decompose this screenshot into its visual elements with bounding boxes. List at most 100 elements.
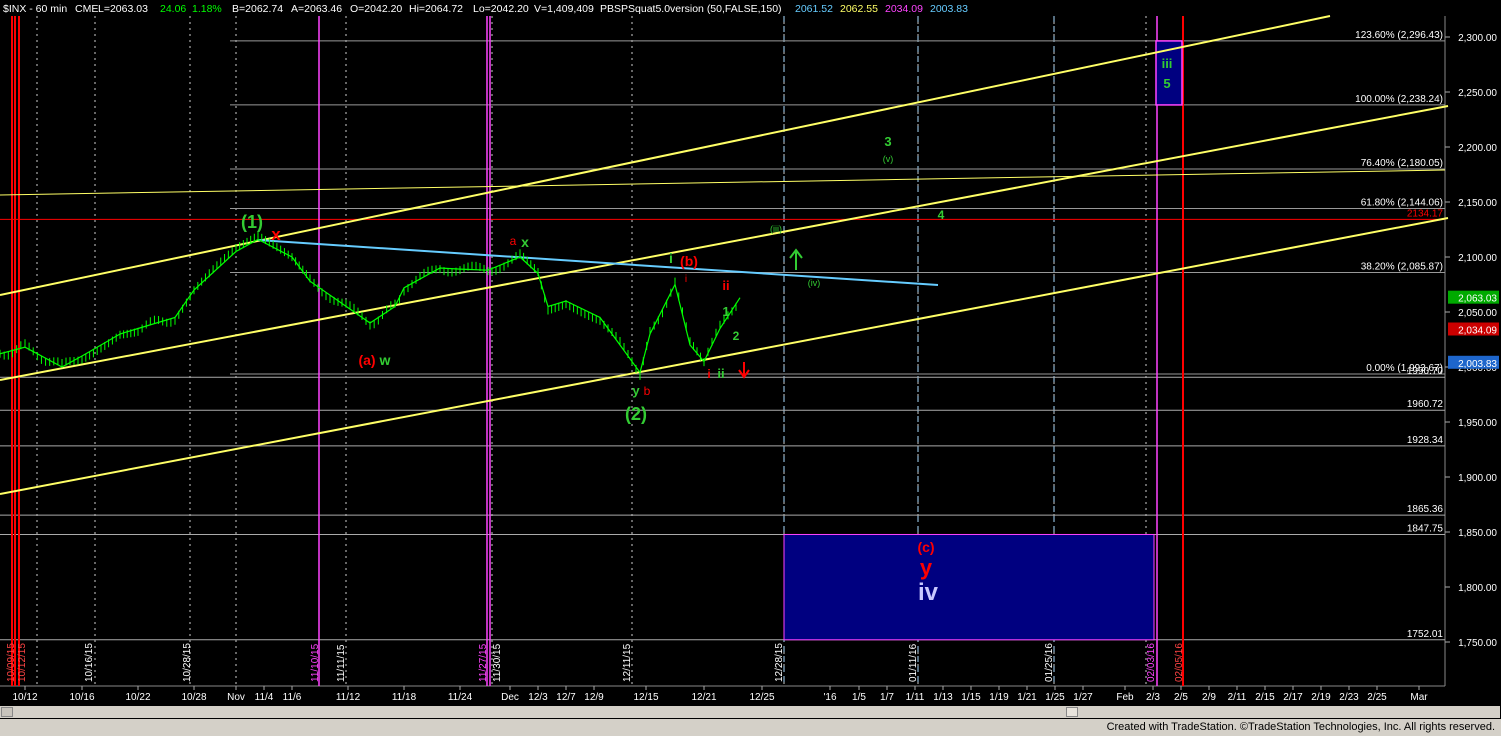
x-tick-label: 10/22 bbox=[125, 692, 150, 703]
header-change: 24.06 bbox=[160, 3, 186, 15]
y-tick-label: 2,150.00 bbox=[1458, 198, 1497, 209]
header-exchange: CME bbox=[75, 3, 98, 15]
wave-label: 1 bbox=[722, 304, 729, 319]
date-label: 10/28/15 bbox=[182, 643, 193, 682]
y-tick-label: 2,250.00 bbox=[1458, 88, 1497, 99]
x-tick-label: 2/17 bbox=[1283, 692, 1303, 703]
chart-window: 123.60% (2,296.43) 100.00% (2,238.24) 76.4… bbox=[0, 0, 1501, 736]
wave-label: ii bbox=[722, 278, 729, 293]
wave-label: 5 bbox=[1163, 76, 1170, 91]
x-tick-label: 12/25 bbox=[749, 692, 774, 703]
date-label: 12/28/15 bbox=[774, 643, 785, 682]
x-tick-label: 12/7 bbox=[556, 692, 576, 703]
wave-label: iii bbox=[1162, 56, 1173, 71]
header-ind-v4: 2003.83 bbox=[930, 3, 968, 15]
price-level-label: 1960.72 bbox=[1407, 399, 1444, 410]
price-tag-label: 2,003.83 bbox=[1458, 359, 1497, 370]
header-ind-v1: 2061.52 bbox=[795, 3, 833, 15]
wave-label: b bbox=[644, 384, 651, 398]
y-tick-label: 1,750.00 bbox=[1458, 638, 1497, 649]
x-tick-label: Nov bbox=[227, 692, 245, 703]
x-tick-label: 10/16 bbox=[69, 692, 94, 703]
fib-level-label: 123.60% (2,296.43) bbox=[1355, 30, 1443, 41]
fib-level-label: 76.40% (2,180.05) bbox=[1361, 158, 1443, 169]
wave-label: i bbox=[669, 250, 673, 266]
wave-label: x bbox=[271, 225, 281, 244]
header-ask: A=2063.46 bbox=[291, 3, 342, 15]
wave-label: iv bbox=[918, 579, 939, 606]
x-tick-label: 2/25 bbox=[1367, 692, 1387, 703]
fib-level-label: 61.80% (2,144.06) bbox=[1361, 198, 1443, 209]
wave-label: 3 bbox=[884, 134, 891, 149]
x-tick-label: 1/19 bbox=[989, 692, 1009, 703]
x-tick-label: 1/15 bbox=[961, 692, 981, 703]
x-tick-label: 1/25 bbox=[1045, 692, 1065, 703]
x-tick-label: 1/27 bbox=[1073, 692, 1093, 703]
y-tick-label: 1,850.00 bbox=[1458, 528, 1497, 539]
wave-label: (b) bbox=[680, 253, 698, 269]
horizontal-scrollbar[interactable] bbox=[0, 706, 1500, 718]
x-tick-label: 2/23 bbox=[1339, 692, 1359, 703]
header-last: L=2063.03 bbox=[98, 3, 148, 15]
x-tick-label: Mar bbox=[1410, 692, 1428, 703]
x-tick-label: 1/5 bbox=[852, 692, 866, 703]
x-tick-label: 2/3 bbox=[1146, 692, 1160, 703]
x-tick-label: 11/18 bbox=[392, 692, 417, 703]
wave-label: i bbox=[707, 367, 710, 381]
wave-label: 2 bbox=[733, 329, 740, 343]
price-chart[interactable]: 123.60% (2,296.43) 100.00% (2,238.24) 76.4… bbox=[0, 0, 1501, 706]
x-tick-label: 10/12 bbox=[12, 692, 37, 703]
header-indicator: PBSPSquat5.0version (50,FALSE,150) bbox=[600, 3, 782, 15]
x-tick-label: 11/12 bbox=[336, 692, 361, 703]
price-level-label: 1865.36 bbox=[1407, 504, 1444, 515]
x-tick-label: 11/24 bbox=[448, 692, 473, 703]
date-label: 10/12/15 bbox=[17, 643, 28, 682]
x-tick-label: 1/21 bbox=[1017, 692, 1037, 703]
x-tick-label: 12/9 bbox=[584, 692, 604, 703]
y-tick-label: 2,100.00 bbox=[1458, 253, 1497, 264]
price-level-label: 1847.75 bbox=[1407, 523, 1444, 534]
x-tick-label: 2/9 bbox=[1202, 692, 1216, 703]
x-tick-label: 2/15 bbox=[1255, 692, 1275, 703]
header-ind-v2: 2062.55 bbox=[840, 3, 878, 15]
wave-label: (1) bbox=[241, 212, 263, 232]
wave-label: i bbox=[685, 274, 687, 285]
header-high: Hi=2064.72 bbox=[409, 3, 463, 15]
price-level-label: 2134.17 bbox=[1407, 208, 1444, 219]
wave-label: (v) bbox=[883, 154, 894, 164]
header-bar: $INX - 60 min CME L=2063.03 24.06 1.18% … bbox=[3, 3, 968, 15]
x-tick-label: 11/6 bbox=[283, 692, 302, 703]
footer-bar: Created with TradeStation. ©TradeStation… bbox=[0, 719, 1501, 736]
header-ind-v3: 2034.09 bbox=[885, 3, 923, 15]
fib-level-label: 100.00% (2,238.24) bbox=[1355, 94, 1443, 105]
header-symbol: $INX - 60 min bbox=[3, 3, 67, 15]
y-tick-label: 1,800.00 bbox=[1458, 583, 1497, 594]
footer-credit: Created with TradeStation. ©TradeStation… bbox=[1106, 721, 1495, 733]
price-tag-label: 2,034.09 bbox=[1458, 326, 1497, 337]
y-tick-label: 2,300.00 bbox=[1458, 33, 1497, 44]
date-label: 11/11/15 bbox=[336, 644, 347, 682]
x-tick-label: 2/19 bbox=[1311, 692, 1331, 703]
date-label: 02/03/16 bbox=[1146, 643, 1157, 682]
wave-label: y bbox=[632, 383, 640, 398]
price-level-label: 1752.01 bbox=[1407, 629, 1444, 640]
x-tick-label: 1/7 bbox=[880, 692, 894, 703]
scroll-left-button[interactable] bbox=[1, 707, 13, 717]
price-level-label: 1928.34 bbox=[1407, 435, 1444, 446]
x-tick-label: 12/21 bbox=[691, 692, 716, 703]
date-label: 02/05/16 bbox=[1174, 643, 1185, 682]
wave-label: (iv) bbox=[808, 278, 821, 288]
x-tick-label: 12/15 bbox=[633, 692, 658, 703]
wave-label: (iii) bbox=[770, 224, 782, 234]
wave-label: (2) bbox=[625, 404, 647, 424]
date-label: 11/10/15 bbox=[310, 643, 321, 682]
x-tick-label: 12/3 bbox=[528, 692, 548, 703]
scroll-thumb[interactable] bbox=[1066, 707, 1078, 717]
date-label: 10/16/15 bbox=[84, 643, 95, 682]
x-tick-label: 2/11 bbox=[1228, 692, 1247, 703]
x-tick-label: 2/5 bbox=[1174, 692, 1188, 703]
header-open: O=2042.20 bbox=[350, 3, 402, 15]
wave-label: y bbox=[920, 555, 933, 580]
date-label: 10/09/15 bbox=[6, 643, 17, 682]
x-tick-label: 11/4 bbox=[255, 692, 274, 703]
